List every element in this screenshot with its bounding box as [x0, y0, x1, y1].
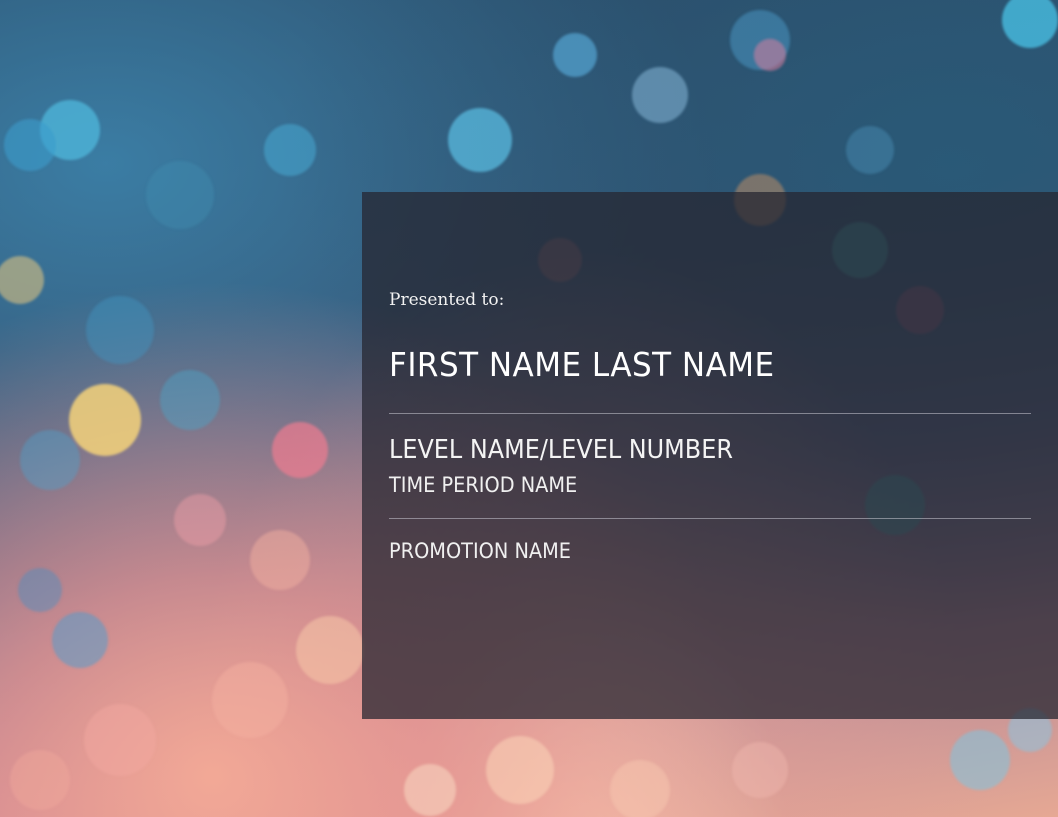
divider-top	[389, 413, 1031, 414]
level-name: LEVEL NAME/LEVEL NUMBER	[389, 435, 733, 465]
certificate-panel: Presented to: FIRST NAME LAST NAME LEVEL…	[362, 192, 1058, 719]
divider-bottom	[389, 518, 1031, 519]
presented-to-label: Presented to:	[389, 290, 505, 310]
time-period-name: TIME PERIOD NAME	[389, 473, 578, 497]
recipient-name: FIRST NAME LAST NAME	[389, 345, 775, 384]
certificate-page: Presented to: FIRST NAME LAST NAME LEVEL…	[0, 0, 1058, 817]
promotion-name: PROMOTION NAME	[389, 539, 572, 563]
